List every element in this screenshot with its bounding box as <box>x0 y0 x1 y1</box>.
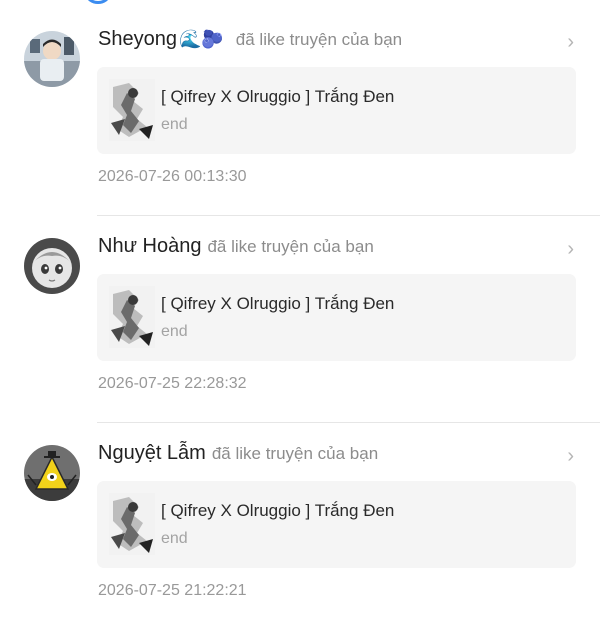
story-title: [ Qifrey X Olruggio ] Trắng Đen <box>161 87 395 106</box>
avatar[interactable] <box>24 445 80 501</box>
notification-item[interactable]: Sheyong 🌊🫐 đã like truyện của bạn › [ Qi… <box>0 4 600 216</box>
username-emoji: 🌊🫐 <box>178 29 224 49</box>
username[interactable]: Sheyong <box>98 28 177 51</box>
notification-item[interactable]: Nguyệt Lẫm đã like truyện của bạn › [ Qi… <box>0 418 600 619</box>
username[interactable]: Như Hoàng <box>98 235 201 258</box>
story-thumbnail <box>109 286 155 348</box>
action-text: đã like truyện của bạn <box>207 237 374 256</box>
avatar-anime-icon <box>24 238 80 294</box>
story-card[interactable]: [ Qifrey X Olruggio ] Trắng Đen end <box>97 67 576 154</box>
notification-item[interactable]: Như Hoàng đã like truyện của bạn › [ Qif… <box>0 211 600 423</box>
action-text: đã like truyện của bạn <box>235 30 403 49</box>
username[interactable]: Nguyệt Lẫm <box>98 442 206 465</box>
avatar[interactable] <box>24 31 80 87</box>
story-card[interactable]: [ Qifrey X Olruggio ] Trắng Đen end <box>97 481 576 568</box>
story-title: [ Qifrey X Olruggio ] Trắng Đen <box>161 294 395 313</box>
story-subtitle: end <box>161 323 188 340</box>
notification-header: Như Hoàng đã like truyện của bạn <box>98 235 374 265</box>
story-subtitle: end <box>161 530 188 547</box>
story-subtitle: end <box>161 116 188 133</box>
story-title: [ Qifrey X Olruggio ] Trắng Đen <box>161 501 395 520</box>
avatar-photo-icon <box>24 31 80 87</box>
chevron-right-icon[interactable]: › <box>567 31 574 54</box>
story-thumbnail <box>109 79 155 141</box>
notification-header: Sheyong 🌊🫐 đã like truyện của bạn <box>98 28 402 58</box>
story-card[interactable]: [ Qifrey X Olruggio ] Trắng Đen end <box>97 274 576 361</box>
avatar[interactable] <box>24 238 80 294</box>
action-text: đã like truyện của bạn <box>211 444 379 463</box>
timestamp: 2026-07-25 22:28:32 <box>98 375 247 392</box>
avatar-triangle-icon <box>24 445 80 501</box>
timestamp: 2026-07-26 00:13:30 <box>98 168 247 185</box>
timestamp: 2026-07-25 21:22:21 <box>98 582 247 599</box>
chevron-right-icon[interactable]: › <box>567 238 574 261</box>
story-thumbnail <box>109 493 155 555</box>
notification-header: Nguyệt Lẫm đã like truyện của bạn <box>98 442 378 472</box>
chevron-right-icon[interactable]: › <box>567 445 574 468</box>
